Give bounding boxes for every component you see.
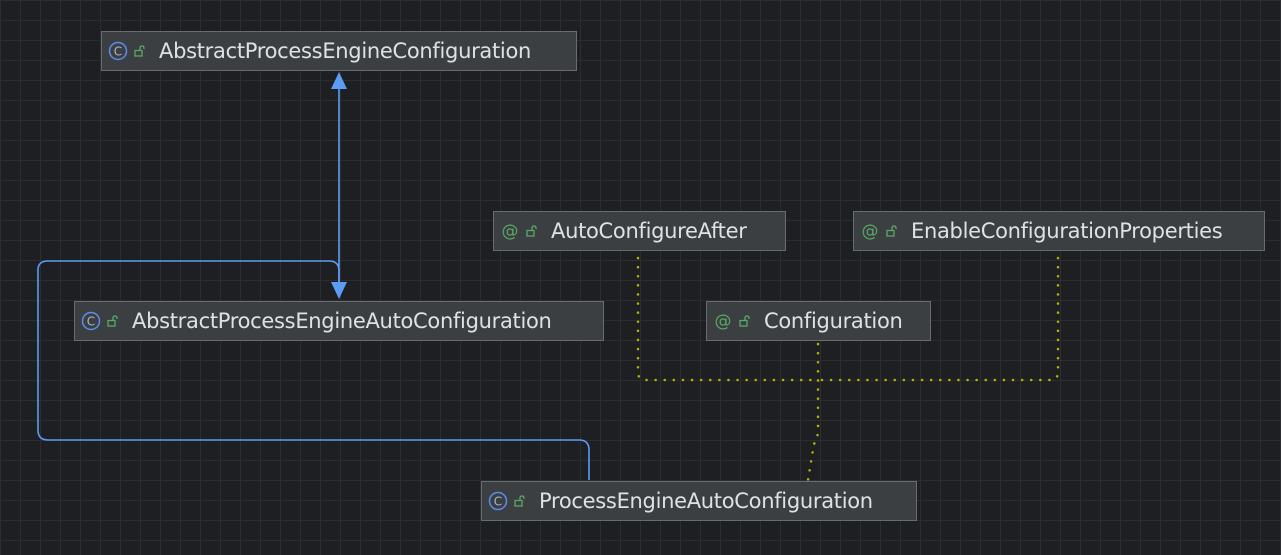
lock-open-icon (738, 314, 752, 328)
lock-open-icon (106, 314, 120, 328)
node-abstract-process-engine-auto-configuration[interactable]: C AbstractProcessEngineAutoConfiguration (74, 301, 604, 341)
svg-text:@: @ (715, 312, 732, 332)
node-label: AbstractProcessEngineConfiguration (159, 39, 532, 63)
lock-open-icon (133, 44, 147, 58)
arrowhead-down-icon (331, 282, 347, 299)
lock-open-icon (525, 224, 539, 238)
svg-text:C: C (494, 495, 502, 509)
svg-text:@: @ (502, 222, 519, 242)
node-configuration[interactable]: @ Configuration (706, 301, 931, 341)
node-process-engine-auto-configuration[interactable]: C ProcessEngineAutoConfiguration (481, 481, 917, 521)
node-label: ProcessEngineAutoConfiguration (539, 489, 873, 513)
node-enable-configuration-properties[interactable]: @ EnableConfigurationProperties (853, 211, 1265, 251)
class-icon: C (81, 311, 101, 331)
lock-open-icon (885, 224, 899, 238)
node-label: Configuration (764, 309, 903, 333)
node-label: AutoConfigureAfter (551, 219, 747, 243)
edges-layer (37, 72, 1060, 482)
class-icon: C (488, 491, 508, 511)
svg-text:C: C (87, 315, 95, 329)
node-label: AbstractProcessEngineAutoConfiguration (132, 309, 552, 333)
edge-extends-process-to-abstract-auto (37, 260, 590, 480)
svg-text:@: @ (862, 222, 879, 242)
annotation-icon: @ (860, 221, 880, 242)
svg-text:C: C (114, 45, 122, 59)
arrowhead-up-icon (331, 72, 347, 89)
lock-open-icon (513, 494, 527, 508)
diagram-canvas[interactable]: C AbstractProcessEngineConfiguration @ A… (0, 0, 1281, 555)
edge-annotation-configuration (806, 342, 820, 482)
class-icon: C (108, 41, 128, 61)
node-abstract-process-engine-configuration[interactable]: C AbstractProcessEngineConfiguration (101, 31, 577, 71)
annotation-icon: @ (713, 311, 733, 332)
node-label: EnableConfigurationProperties (911, 219, 1223, 243)
node-auto-configure-after[interactable]: @ AutoConfigureAfter (493, 211, 786, 251)
annotation-icon: @ (500, 221, 520, 242)
